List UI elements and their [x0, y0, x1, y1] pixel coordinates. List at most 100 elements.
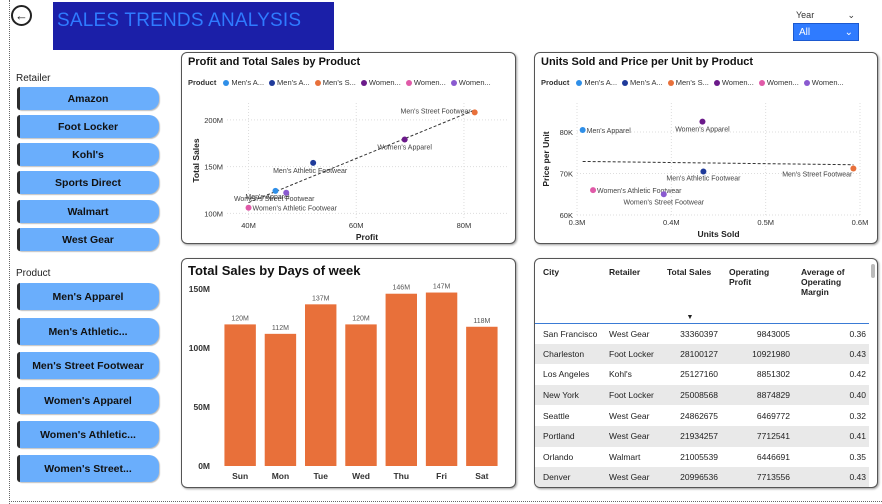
bar — [385, 293, 417, 466]
product-button-mens-athletic[interactable]: Men's Athletic... — [17, 318, 159, 345]
days-sales-bar-chart[interactable]: 0M 50M 100M 150M 120M Sun 112M Mon 137M Tue 120M We… — [182, 259, 515, 487]
back-arrow-icon[interactable]: ← — [11, 5, 32, 26]
retailer-button-amazon[interactable]: Amazon — [17, 87, 159, 110]
retailer-button-walmart[interactable]: Walmart — [17, 200, 159, 223]
chevron-down-icon[interactable]: ⌄ — [847, 10, 855, 21]
retailer-button-kohls[interactable]: Kohl's — [17, 143, 159, 166]
column-header-operating-margin[interactable]: Average of Operating Margin — [793, 259, 869, 324]
page-title: SALES TRENDS ANALYSIS — [57, 10, 302, 31]
year-slicer-label: Year — [796, 10, 815, 20]
data-point — [699, 118, 706, 125]
y-tick-label: 0M — [198, 461, 210, 471]
product-button-mens-street-footwear[interactable]: Men's Street Footwear — [17, 352, 159, 379]
sort-descending-icon[interactable]: ▼ — [659, 314, 721, 321]
table-row[interactable]: Seattle West Gear 24862675 6469772 0.32 — [535, 405, 869, 426]
table-body: San Francisco West Gear 33360397 9843005 0.3… — [535, 323, 869, 487]
y-tick-label: 100M — [189, 343, 210, 353]
year-dropdown[interactable]: All ⌄ — [793, 23, 859, 41]
data-point-label: Men's Athletic Footwear — [666, 175, 741, 182]
bar — [264, 333, 297, 466]
product-button-mens-apparel[interactable]: Men's Apparel — [17, 283, 159, 310]
data-point-label: Women's Street Footwear — [623, 199, 704, 206]
cell-operating-margin: 0.40 — [793, 384, 869, 406]
cell-operating-margin: 0.36 — [849, 328, 866, 339]
table-row[interactable]: Orlando Walmart 21005539 6446691 0.35 — [535, 447, 869, 468]
chevron-down-icon: ⌄ — [844, 26, 853, 38]
table-row[interactable]: Denver West Gear 20996536 7713556 0.43 — [535, 467, 869, 487]
table-header-row: City Retailer Total Sales ▼ Operating Pr… — [535, 259, 869, 324]
table-row[interactable]: New York Foot Locker 25008568 8874829 0.40 — [535, 384, 869, 406]
column-header-operating-profit[interactable]: Operating Profit — [721, 259, 793, 324]
table-row[interactable]: Portland West Gear 21934257 7712541 0.41 — [535, 425, 869, 447]
cell-retailer: West Gear — [609, 410, 650, 421]
units-price-chart-card[interactable]: Units Sold and Price per Unit by Product… — [534, 52, 878, 244]
retailer-button-foot-locker[interactable]: Foot Locker — [17, 115, 159, 138]
page-border-left — [9, 0, 10, 504]
cell-city: Los Angeles — [543, 369, 590, 380]
profit-sales-chart-card[interactable]: Profit and Total Sales by Product Produc… — [181, 52, 516, 244]
x-tick-label: 0.6M — [852, 218, 869, 227]
column-header-retailer[interactable]: Retailer — [601, 259, 659, 324]
y-axis-title: Total Sales — [191, 138, 201, 183]
cell-city: Orlando — [543, 451, 574, 462]
y-tick-label: 50M — [193, 402, 210, 412]
cell-city: Denver — [535, 467, 601, 487]
cell-operating-margin: 0.43 — [793, 343, 869, 365]
data-point — [401, 136, 408, 143]
data-point-label: Men's Athletic Footwear — [273, 168, 348, 175]
city-sales-table: City Retailer Total Sales ▼ Operating Pr… — [535, 259, 869, 487]
table-row[interactable]: Charleston Foot Locker 28100127 10921980 0.4… — [535, 343, 869, 365]
cell-total-sales: 28100127 — [659, 343, 721, 365]
days-sales-chart-card[interactable]: Total Sales by Days of week 0M 50M 100M 150… — [181, 258, 516, 488]
profit-sales-scatter[interactable]: 100M 150M 200M 40M 60M 80M Profit Total Sales Me… — [182, 53, 515, 243]
scrollbar[interactable] — [871, 264, 875, 278]
data-point — [310, 159, 317, 166]
column-header-city[interactable]: City — [535, 259, 601, 324]
data-point-label: Men's Street Footwear — [782, 172, 853, 179]
cell-operating-profit: 8851302 — [756, 369, 790, 380]
table-row[interactable]: Los Angeles Kohl's 25127160 8851302 0.42 — [535, 364, 869, 385]
table-row[interactable]: San Francisco West Gear 33360397 9843005 0.3… — [535, 323, 869, 344]
x-tick-label: 80M — [457, 221, 472, 230]
units-price-scatter[interactable]: 60K70K80K0.3M 0.4M 0.5M 0.6MUnits SoldPrice… — [535, 53, 877, 243]
y-tick-label: 150M — [204, 163, 223, 172]
retailer-slicer-label: Retailer — [16, 73, 51, 84]
page-border-bottom — [9, 501, 882, 502]
cell-total-sales: 20996536 — [659, 467, 721, 487]
bar-data-label: 137M — [312, 295, 330, 302]
x-tick-label: 60M — [349, 221, 364, 230]
x-tick-label: 40M — [241, 221, 256, 230]
cell-total-sales: 21005539 — [680, 451, 718, 462]
x-tick-label: Sat — [475, 471, 488, 481]
year-dropdown-value: All — [799, 26, 811, 38]
product-button-womens-athletic[interactable]: Women's Athletic... — [17, 421, 159, 448]
x-tick-label: 0.4M — [663, 218, 680, 227]
x-tick-label: Tue — [313, 471, 328, 481]
data-point-label: Men's Street Footwear — [400, 108, 471, 115]
x-tick-label: 0.5M — [757, 218, 774, 227]
cell-operating-profit: 10921980 — [721, 343, 793, 365]
cell-city: Portland — [535, 425, 601, 447]
cell-operating-profit: 9843005 — [756, 328, 790, 339]
retailer-button-west-gear[interactable]: West Gear — [17, 228, 159, 251]
column-header-total-sales[interactable]: Total Sales ▼ — [659, 259, 721, 324]
bar — [466, 326, 498, 466]
cell-city: New York — [535, 384, 601, 406]
x-tick-label: Thu — [393, 471, 409, 481]
cell-retailer: West Gear — [609, 328, 650, 339]
product-button-womens-apparel[interactable]: Women's Apparel — [17, 387, 159, 414]
x-tick-label: Sun — [232, 471, 248, 481]
cell-city: Seattle — [543, 410, 570, 421]
cell-operating-margin: 0.42 — [849, 369, 866, 380]
retailer-button-sports-direct[interactable]: Sports Direct — [17, 171, 159, 194]
city-table-card[interactable]: City Retailer Total Sales ▼ Operating Pr… — [534, 258, 878, 488]
y-tick-label: 200M — [204, 116, 223, 125]
year-slicer[interactable]: Year ⌄ All ⌄ — [793, 7, 859, 41]
product-button-womens-street[interactable]: Women's Street... — [17, 455, 159, 482]
data-point-label: Women's Apparel — [675, 127, 730, 134]
cell-operating-margin: 0.32 — [849, 410, 866, 421]
cell-operating-margin: 0.35 — [849, 451, 866, 462]
cell-operating-margin: 0.41 — [793, 425, 869, 447]
x-tick-label: Mon — [272, 471, 289, 481]
trend-line — [248, 109, 475, 204]
